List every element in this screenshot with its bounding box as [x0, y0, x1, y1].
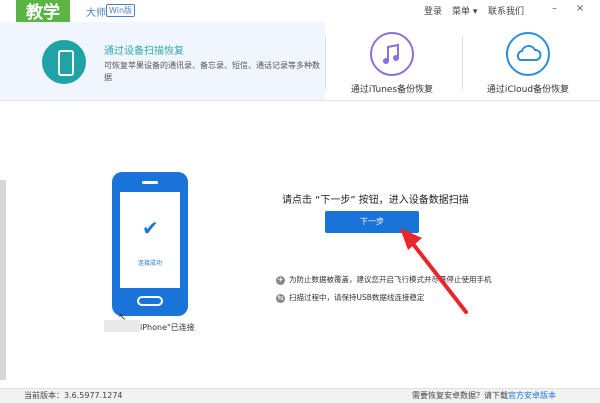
next-step-button[interactable]: 下一步: [325, 211, 419, 233]
android-download-link[interactable]: 官方安卓版本: [508, 391, 556, 400]
phone-illustration: ✔ 连接成功: [112, 172, 188, 316]
plane-icon: ✈: [276, 275, 285, 285]
phone-screen: ✔ 连接成功: [120, 192, 180, 288]
mode-itunes-label: 通过iTunes备份恢复: [350, 85, 434, 95]
device-connected-label: iPhone"已连接: [140, 323, 195, 332]
mouse-cursor-icon: ↖: [118, 312, 127, 323]
usb-icon: ⇆: [276, 293, 285, 303]
status-bar: 当前版本：3.6.5977.1274 需要恢复安卓数据？请下载官方安卓版本: [0, 388, 600, 403]
home-button-icon: [137, 296, 163, 306]
divider: [325, 36, 326, 90]
android-prompt: 需要恢复安卓数据？请下载官方安卓版本: [412, 391, 556, 400]
phone-icon: [42, 40, 86, 84]
login-link[interactable]: 登录: [424, 4, 442, 17]
music-note-icon: [370, 32, 414, 76]
mode-device-scan-title: 通过设备扫描恢复: [104, 46, 184, 57]
recovery-mode-panel: 通过设备扫描恢复 可恢复苹果设备的通讯录、备忘录、短信、通话记录等多种数据 通过…: [0, 22, 600, 101]
mode-device-scan-desc: 可恢复苹果设备的通讯录、备忘录、短信、通话记录等多种数据: [104, 61, 320, 82]
left-edge-strip: [0, 180, 6, 380]
menu-button[interactable]: 菜单 ▾: [452, 4, 477, 17]
close-icon[interactable]: ×: [576, 3, 584, 14]
cloud-icon: [506, 32, 550, 76]
connection-status: 连接成功: [137, 260, 162, 267]
mode-device-scan[interactable]: 通过设备扫描恢复 可恢复苹果设备的通讯录、备忘录、短信、通话记录等多种数据: [0, 22, 325, 100]
phone-speaker: [142, 181, 158, 184]
title-bar: 大师 Win版 登录 菜单 ▾ 联系我们 – ×: [0, 0, 600, 23]
version-label: 当前版本：3.6.5977.1274: [24, 391, 123, 400]
tip-airplane-mode: ✈ 为防止数据被覆盖，建议您开启飞行模式并尽量停止使用手机: [276, 275, 492, 285]
edition-badge: Win版: [106, 4, 136, 17]
divider: [462, 36, 463, 90]
mode-icloud-label: 通过iCloud备份恢复: [486, 85, 570, 95]
contact-link[interactable]: 联系我们: [488, 4, 524, 17]
app-title: 大师: [86, 8, 106, 19]
instruction-text: 请点击 “下一步” 按钮，进入设备数据扫描: [282, 195, 469, 206]
tip-usb-stable: ⇆ 扫描过程中，请保持USB数据线连接稳定: [276, 293, 425, 303]
minimize-icon[interactable]: –: [552, 3, 557, 14]
checkmark-icon: ✔: [142, 216, 159, 240]
